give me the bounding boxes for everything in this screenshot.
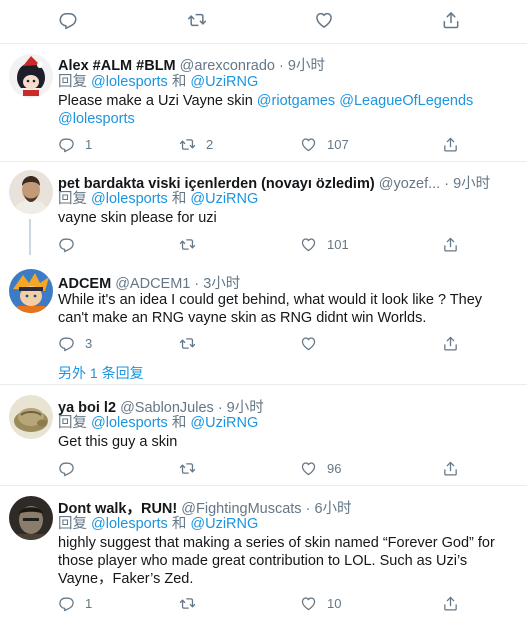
tweet-header: Alex #ALM #BLM @arexconrado · 9小时 [58,54,325,75]
retweet-icon [179,335,196,352]
show-more-replies-link[interactable]: 另外 1 条回复 [58,363,144,383]
mention-link[interactable]: @riotgames [257,93,335,109]
tweet-text: vayne skin please for uzi [58,210,217,226]
tweet-text: @lolesports [58,110,135,129]
retweet-icon [179,460,196,477]
display-name[interactable]: Alex #ALM #BLM [58,58,176,74]
reply-button[interactable]: 1 [58,134,92,154]
like-button[interactable]: 96 [300,458,341,478]
like-button[interactable] [300,333,327,353]
like-icon [300,335,317,352]
like-button[interactable]: 10 [300,593,341,613]
like-icon [300,236,317,253]
tweet-text: Vayne，Faker’s Zed. [58,571,194,587]
reply-icon [58,460,75,477]
reply-tweet[interactable]: Alex #ALM #BLM @arexconrado · 9小时 回复 @lo… [0,45,527,162]
handle[interactable]: @ADCEM1 [115,276,190,292]
retweet-button[interactable] [179,458,206,478]
reply-button[interactable]: 3 [58,333,92,353]
like-button[interactable]: 107 [300,134,349,154]
mention-link[interactable]: @LeagueOfLegends [339,93,473,109]
tweet-text: can't make an RNG vayne skin as RNG didn… [58,310,427,326]
share-icon[interactable] [441,10,463,32]
retweet-icon [179,236,196,253]
avatar[interactable] [9,269,53,313]
reply-context: 回复 @lolesports 和 @UziRNG [58,74,259,90]
like-button[interactable]: 101 [300,234,349,254]
tweet-text: Please make a Uzi Vayne skin @riotgames … [58,93,474,109]
retweet-button[interactable] [179,333,206,353]
share-button[interactable] [442,333,459,353]
tweet-text: Get this guy a skin [58,434,178,450]
retweet-icon [179,136,196,153]
share-button[interactable] [442,234,459,254]
tweet-actions: 1 10 [58,593,518,613]
like-icon [300,136,317,153]
avatar[interactable] [9,395,53,439]
share-icon [442,335,459,352]
reply-tweet[interactable]: ADCEM @ADCEM1 · 3小时 While it's an idea I… [0,264,527,385]
tweet-actions: 1 2 107 [58,134,518,154]
retweet-button[interactable]: 2 [179,134,213,154]
reply-button[interactable] [58,458,85,478]
tweet-actions: 101 [58,234,518,254]
tweet-header: ADCEM @ADCEM1 · 3小时 [58,272,240,293]
mention-link[interactable]: @UziRNG [190,415,258,431]
reply-context: 回复 @lolesports 和 @UziRNG [58,415,259,431]
share-icon [442,136,459,153]
mention-link[interactable]: @lolesports [58,111,135,127]
like-icon [300,460,317,477]
share-icon [442,460,459,477]
retweet-icon[interactable] [187,10,209,32]
avatar[interactable] [9,54,53,98]
reply-button[interactable] [58,234,85,254]
retweet-button[interactable] [179,593,206,613]
share-icon [442,236,459,253]
like-icon [300,595,317,612]
display-name[interactable]: ADCEM [58,276,111,292]
reply-context: 回复 @lolesports 和 @UziRNG [58,191,259,207]
share-button[interactable] [442,458,459,478]
tweet-text: While it's an idea I could get behind, w… [58,292,483,308]
share-button[interactable] [442,593,459,613]
handle[interactable]: @yozef... [379,176,440,192]
tweet-text: highly suggest that making a series of s… [58,535,495,551]
mention-link[interactable]: @lolesports [91,516,168,532]
reply-icon [58,236,75,253]
mention-link[interactable]: @lolesports [91,415,168,431]
reply-button[interactable]: 1 [58,593,92,613]
thread-line [29,219,31,255]
reply-context: 回复 @lolesports 和 @UziRNG [58,516,259,532]
mention-link[interactable]: @UziRNG [190,74,258,90]
retweet-button[interactable] [179,234,206,254]
reply-icon [58,595,75,612]
mention-link[interactable]: @lolesports [91,74,168,90]
reply-icon [58,136,75,153]
timestamp[interactable]: · 9小时 [444,176,490,192]
share-button[interactable] [442,134,459,154]
timestamp[interactable]: · 9小时 [279,58,325,74]
avatar[interactable] [9,170,53,214]
retweet-icon [179,595,196,612]
tweet-actions: 96 [58,458,518,478]
tweet-text: those player who made great contribution… [58,553,468,569]
handle[interactable]: @arexconrado [180,58,275,74]
mention-link[interactable]: @lolesports [91,191,168,207]
reply-icon[interactable] [58,10,80,32]
reply-icon [58,335,75,352]
avatar[interactable] [9,496,53,540]
tweet-actions: 3 [58,333,518,353]
timestamp[interactable]: · 3小时 [194,276,240,292]
reply-tweet[interactable]: pet bardakta viski içenlerden (novayı öz… [0,163,527,255]
reply-tweet[interactable]: ya boi l2 @SablonJules · 9小时 回复 @lolespo… [0,386,527,486]
like-icon[interactable] [314,10,336,32]
reply-tweet[interactable]: Dont walk，RUN! @FightingMuscats · 6小时 回复… [0,487,527,620]
share-icon [442,595,459,612]
mention-link[interactable]: @UziRNG [190,191,258,207]
mention-link[interactable]: @UziRNG [190,516,258,532]
timestamp[interactable]: · 6小时 [306,501,352,517]
parent-tweet-actions [0,0,527,44]
